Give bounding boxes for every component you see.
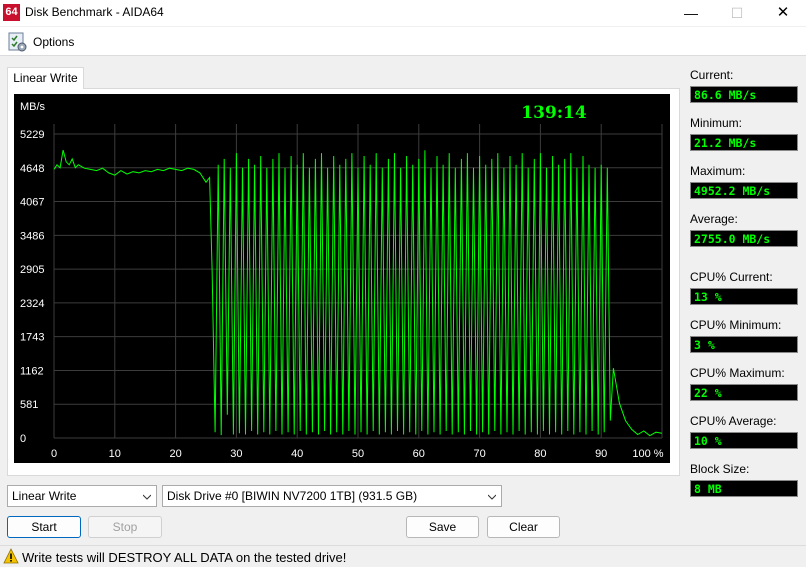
benchmark-chart: 5229 4648 4067 3486 2905 2324 1743 1162 581 0 0 10 2… xyxy=(14,94,670,463)
y-tick-label: 4067 xyxy=(20,197,44,209)
status-bar: Write tests will DESTROY ALL DATA on the… xyxy=(0,545,806,567)
tab-linear-write[interactable]: Linear Write xyxy=(7,67,84,89)
current-value: 86.6 MB/s xyxy=(690,86,798,103)
y-tick-label: 3486 xyxy=(20,230,44,242)
y-tick-label: 1743 xyxy=(20,332,44,344)
maximize-button[interactable]: ☐ xyxy=(714,0,760,26)
y-tick-label: 1162 xyxy=(20,365,44,377)
test-type-select-value: Linear Write xyxy=(12,489,77,503)
warning-icon xyxy=(3,548,19,564)
y-tick-label: 2324 xyxy=(20,298,44,310)
x-tick-label: 30 xyxy=(230,448,242,460)
y-tick-label: 0 xyxy=(20,433,26,445)
x-tick-label: 10 xyxy=(109,448,121,460)
stop-button[interactable]: Stop xyxy=(88,516,162,538)
start-button[interactable]: Start xyxy=(7,516,81,538)
x-tick-label: 0 xyxy=(51,448,57,460)
x-tick-label: 20 xyxy=(169,448,181,460)
warning-text: Write tests will DESTROY ALL DATA on the… xyxy=(22,550,347,565)
current-label: Current: xyxy=(690,68,734,82)
x-tick-label: 50 xyxy=(352,448,364,460)
cpu-current-label: CPU% Current: xyxy=(690,270,773,284)
aida64-app-icon: 64 xyxy=(3,4,20,21)
window-title: Disk Benchmark - AIDA64 xyxy=(25,5,164,19)
x-tick-label: 60 xyxy=(413,448,425,460)
chart-svg: 5229 4648 4067 3486 2905 2324 1743 1162 581 0 0 10 2… xyxy=(20,101,664,460)
x-tick-label: 70 xyxy=(473,448,485,460)
average-label: Average: xyxy=(690,212,738,226)
drive-select[interactable]: Disk Drive #0 [BIWIN NV7200 1TB] (931.5 … xyxy=(162,485,502,507)
minimum-label: Minimum: xyxy=(690,116,743,130)
block-size-value: 8 MB xyxy=(690,480,798,497)
drive-select-value: Disk Drive #0 [BIWIN NV7200 1TB] (931.5 … xyxy=(167,489,418,503)
y-axis-label: MB/s xyxy=(20,101,46,113)
title-bar: 64 Disk Benchmark - AIDA64 — ☐ ✕ xyxy=(0,0,806,26)
minimize-button[interactable]: — xyxy=(668,0,714,26)
cpu-average-value: 10 % xyxy=(690,432,798,449)
y-tick-label: 2905 xyxy=(20,264,44,276)
maximum-label: Maximum: xyxy=(690,164,746,178)
y-tick-label: 581 xyxy=(20,399,38,411)
cpu-current-value: 13 % xyxy=(690,288,798,305)
y-tick-label: 4648 xyxy=(20,163,44,175)
cpu-average-label: CPU% Average: xyxy=(690,414,777,428)
x-tick-label: 80 xyxy=(534,448,546,460)
clear-button[interactable]: Clear xyxy=(487,516,560,538)
elapsed-timer: 139:14 xyxy=(521,103,587,123)
y-tick-label: 5229 xyxy=(20,129,44,141)
cpu-minimum-label: CPU% Minimum: xyxy=(690,318,782,332)
cpu-maximum-label: CPU% Maximum: xyxy=(690,366,785,380)
test-type-select[interactable]: Linear Write xyxy=(7,485,157,507)
x-tick-label: 90 xyxy=(595,448,607,460)
chevron-down-icon xyxy=(143,494,151,500)
x-tick-label: 40 xyxy=(291,448,303,460)
close-button[interactable]: ✕ xyxy=(760,0,806,26)
chevron-down-icon xyxy=(488,494,496,500)
minimum-value: 21.2 MB/s xyxy=(690,134,798,151)
cpu-maximum-value: 22 % xyxy=(690,384,798,401)
maximum-value: 4952.2 MB/s xyxy=(690,182,798,199)
average-value: 2755.0 MB/s xyxy=(690,230,798,247)
options-menu[interactable]: Options xyxy=(33,35,74,49)
block-size-label: Block Size: xyxy=(690,462,750,476)
save-button[interactable]: Save xyxy=(406,516,479,538)
menu-bar: Options xyxy=(0,27,806,56)
cpu-minimum-value: 3 % xyxy=(690,336,798,353)
options-checklist-icon[interactable] xyxy=(6,31,28,53)
x-tick-label: 100 % xyxy=(632,448,663,460)
